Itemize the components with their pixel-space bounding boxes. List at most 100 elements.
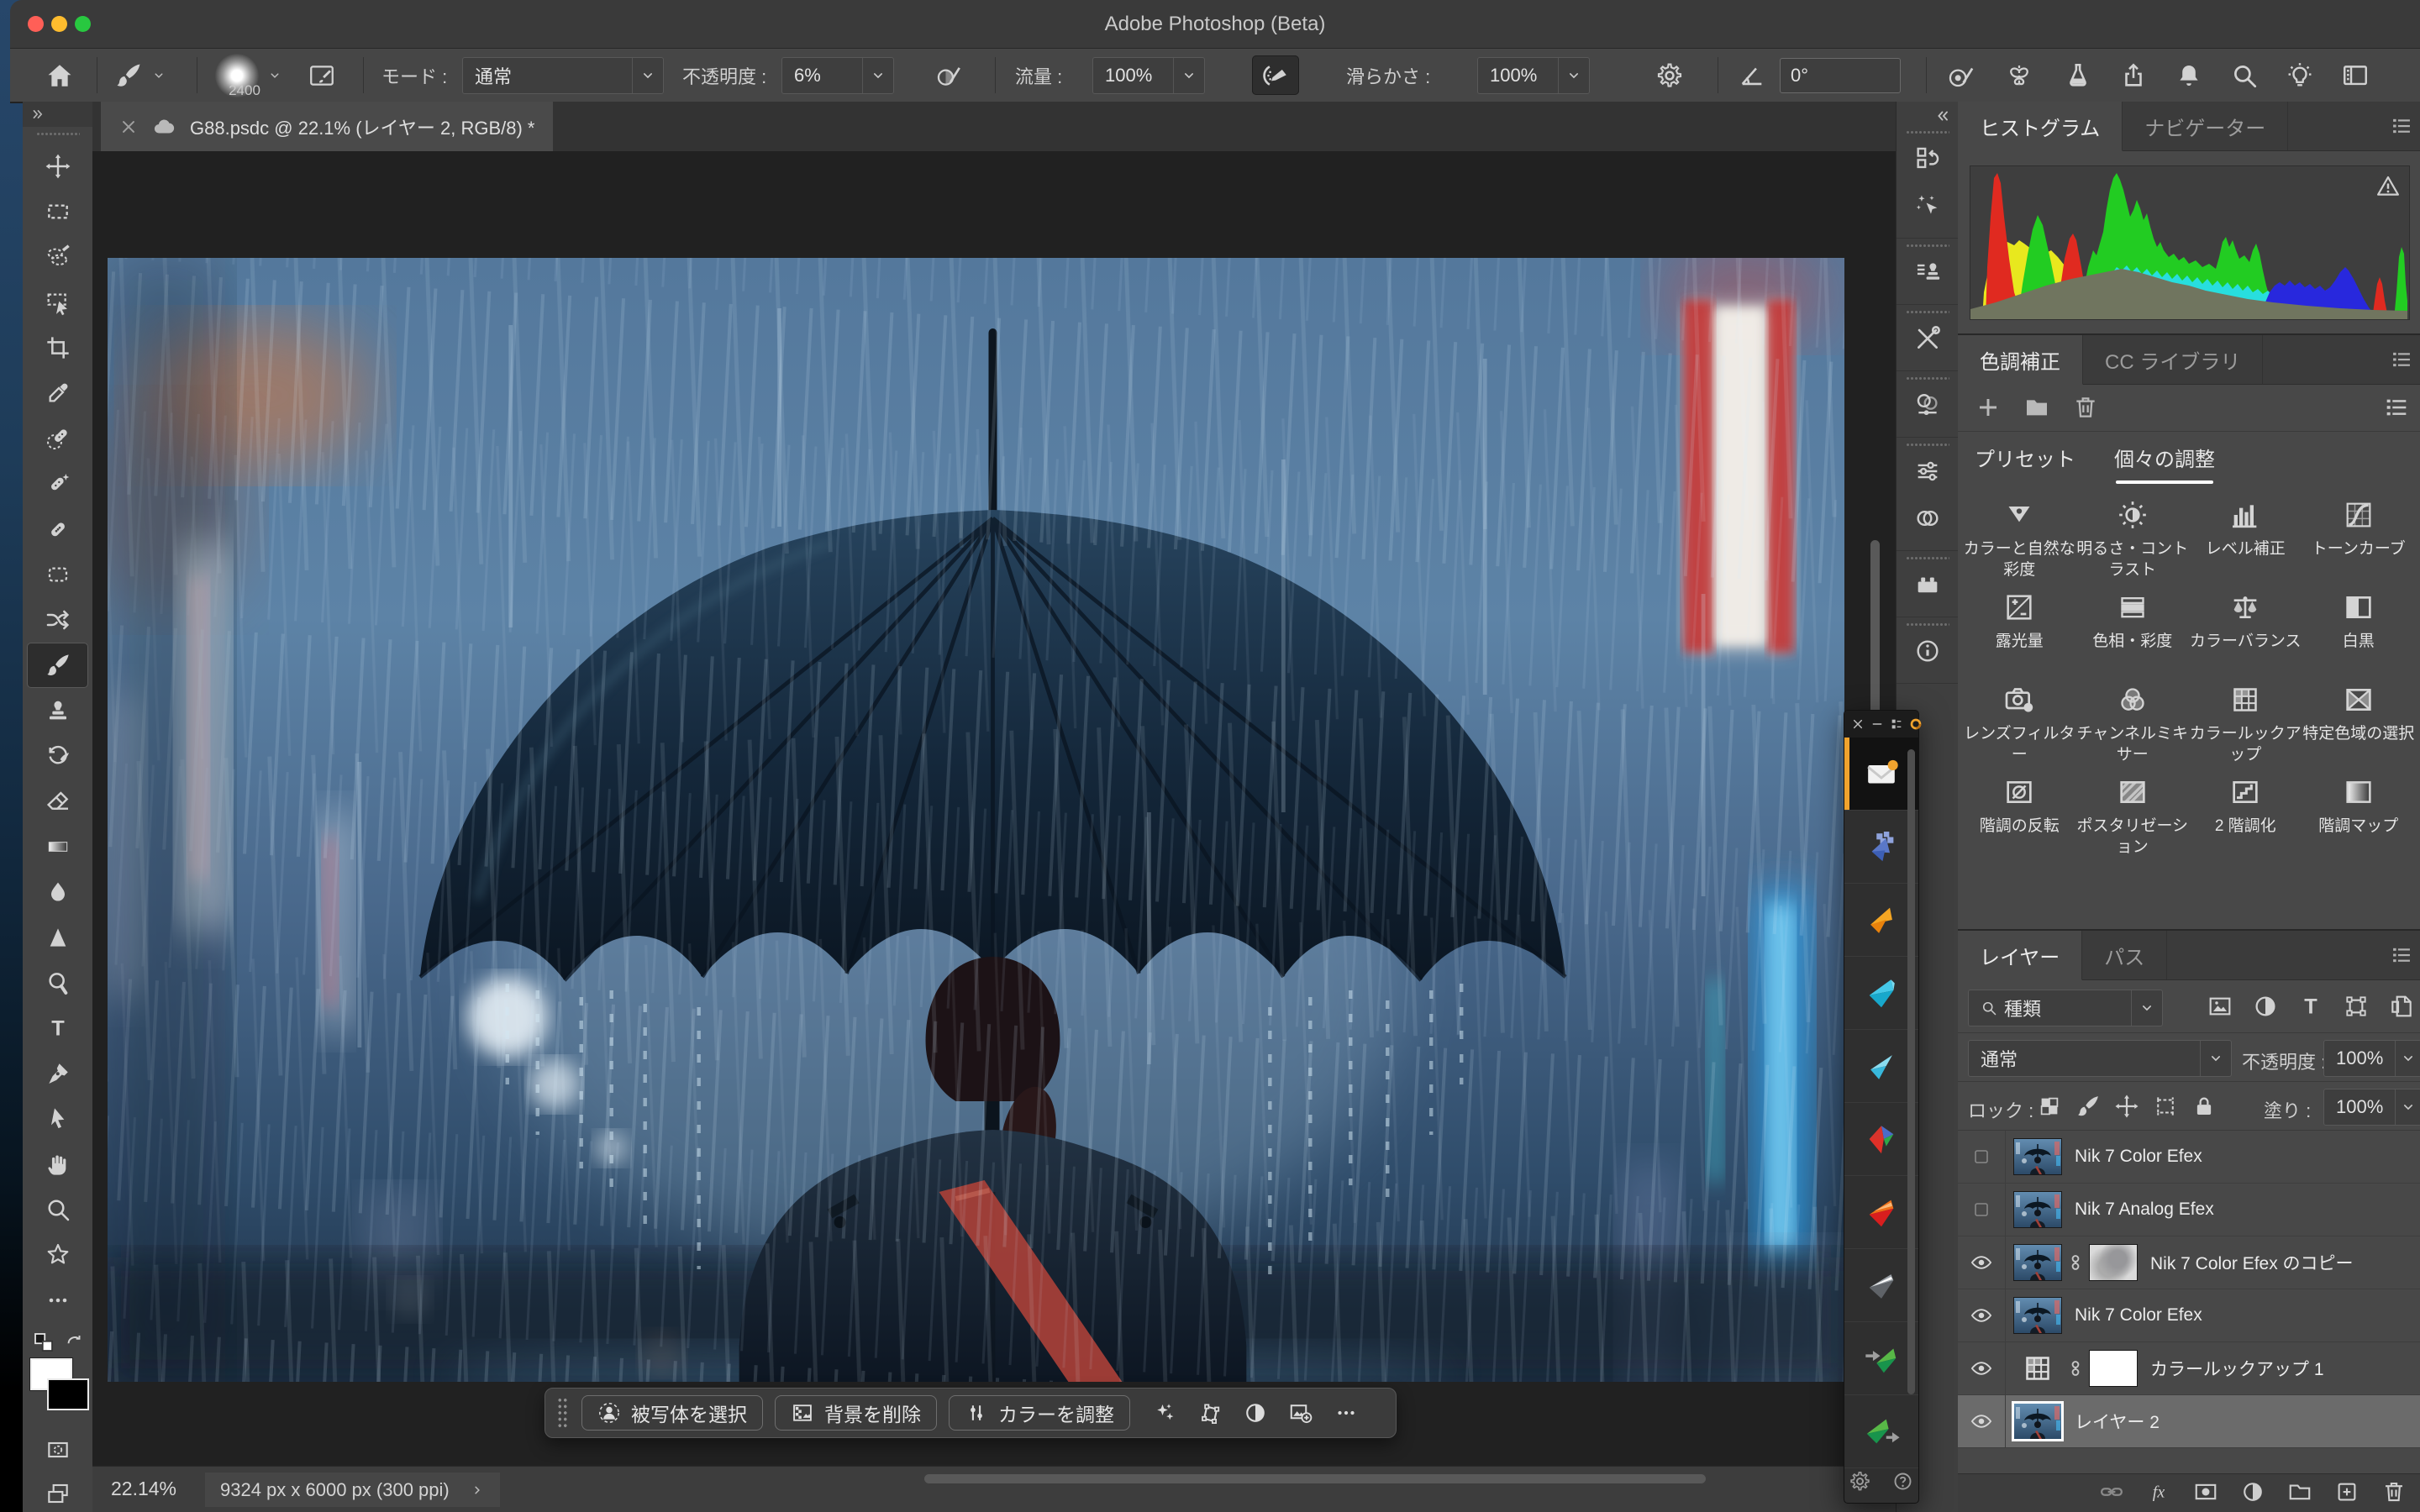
remove-background-button[interactable]: 背景を削除 bbox=[775, 1395, 937, 1431]
panel-menu-icon[interactable] bbox=[2390, 348, 2413, 371]
layer-name[interactable]: Nik 7 Color Efex bbox=[2075, 1147, 2202, 1167]
bell-icon[interactable] bbox=[2173, 60, 2205, 92]
healing-brush-tool[interactable] bbox=[23, 507, 92, 552]
background-color-swatch[interactable] bbox=[47, 1378, 89, 1410]
adjustment-invert[interactable]: 階調の反転 bbox=[1963, 769, 2076, 859]
layer-row[interactable]: Nik 7 Color Efex bbox=[1958, 1289, 2420, 1342]
blend-mode-select[interactable]: 通常 bbox=[462, 57, 664, 94]
expand-panels-button[interactable] bbox=[1897, 102, 1959, 125]
panel-plugins-icon[interactable] bbox=[1897, 561, 1959, 608]
toolbar-collapse[interactable] bbox=[23, 102, 92, 127]
type-filter-icon[interactable] bbox=[2297, 993, 2324, 1024]
folder-icon[interactable] bbox=[2023, 394, 2050, 421]
sharpen-tool[interactable] bbox=[23, 915, 92, 960]
layer-opacity-select[interactable]: 100% bbox=[2323, 1040, 2420, 1077]
layers-tab-1[interactable]: パス bbox=[2082, 931, 2167, 979]
layer-name[interactable]: Nik 7 Color Efex bbox=[2075, 1305, 2202, 1326]
clone-stamp-tool[interactable] bbox=[23, 688, 92, 733]
layer-visibility-toggle[interactable] bbox=[1958, 1395, 2006, 1447]
transform-icon[interactable] bbox=[1194, 1397, 1226, 1429]
flow-select[interactable]: 100% bbox=[1092, 57, 1205, 94]
lock-paint-icon[interactable] bbox=[2075, 1094, 2101, 1123]
layer-thumbnail[interactable] bbox=[2014, 1245, 2061, 1280]
nik-plugin-green-out[interactable] bbox=[1844, 1395, 1918, 1468]
brush-angle-input[interactable]: 0° bbox=[1780, 58, 1901, 93]
shape-filter-icon[interactable] bbox=[2343, 993, 2370, 1024]
selection-brush-tool[interactable] bbox=[23, 234, 92, 280]
gear-icon[interactable] bbox=[1849, 1470, 1871, 1493]
add-adjustment-icon[interactable] bbox=[1975, 394, 2002, 421]
chevron-down-icon[interactable] bbox=[267, 68, 282, 83]
layer-name[interactable]: Nik 7 Color Efex のコピー bbox=[2150, 1250, 2354, 1275]
list-view-icon[interactable] bbox=[2383, 394, 2410, 421]
new-group-icon[interactable] bbox=[2287, 1479, 2312, 1509]
canvas-area[interactable] bbox=[92, 151, 1896, 1466]
share-icon[interactable] bbox=[2118, 60, 2149, 92]
screen-mode-button[interactable] bbox=[23, 1473, 92, 1512]
delete-layer-icon[interactable] bbox=[2381, 1479, 2407, 1509]
chevron-down-icon[interactable] bbox=[632, 58, 663, 93]
layer-name[interactable]: Nik 7 Analog Efex bbox=[2075, 1200, 2214, 1220]
panel-tools-icon[interactable] bbox=[1897, 315, 1959, 362]
layer-row[interactable]: レイヤー 2 bbox=[1958, 1395, 2420, 1448]
smoothing-gear-icon[interactable] bbox=[1654, 60, 1686, 92]
more-icon[interactable] bbox=[1330, 1397, 1362, 1429]
panel-adjust-icon[interactable] bbox=[1897, 381, 1959, 428]
layer-row[interactable]: Nik 7 Analog Efex bbox=[1958, 1184, 2420, 1236]
brush-settings-panel-icon[interactable] bbox=[306, 60, 338, 92]
pixel-filter-icon[interactable] bbox=[2207, 993, 2233, 1024]
brush-tool[interactable] bbox=[27, 643, 88, 688]
pressure-size-icon[interactable] bbox=[1944, 60, 1976, 92]
layer-thumbnail[interactable] bbox=[2014, 1298, 2061, 1333]
document-info[interactable]: 9324 px x 6000 px (300 ppi) bbox=[205, 1473, 500, 1507]
remove-tool[interactable] bbox=[23, 416, 92, 461]
chevron-down-icon[interactable] bbox=[862, 58, 893, 93]
panel-clone-source-icon[interactable] bbox=[1897, 249, 1959, 296]
gradient-tool[interactable] bbox=[23, 824, 92, 869]
chevron-down-icon[interactable] bbox=[2395, 1041, 2420, 1076]
fx-icon[interactable] bbox=[2146, 1479, 2171, 1509]
pressure-opacity-icon[interactable] bbox=[933, 60, 965, 92]
nik-logo-icon[interactable] bbox=[1909, 717, 1923, 731]
adjustment-gradient-map[interactable]: 階調マップ bbox=[2302, 769, 2416, 859]
opacity-select[interactable]: 6% bbox=[781, 57, 894, 94]
chevron-down-icon[interactable] bbox=[2200, 1041, 2231, 1076]
adjustment-photo-filter[interactable]: レンズフィルター bbox=[1963, 676, 2076, 767]
adjustment-color-lookup[interactable]: カラールックアップ bbox=[2189, 676, 2302, 767]
adjustments-tab-0[interactable]: 色調補正 bbox=[1958, 335, 2083, 385]
content-aware-move-tool[interactable] bbox=[23, 597, 92, 643]
chevron-right-icon[interactable] bbox=[470, 1483, 485, 1498]
link-layers-icon[interactable] bbox=[2099, 1479, 2124, 1509]
taskbar-drag-handle[interactable] bbox=[557, 1397, 568, 1429]
blur-tool[interactable] bbox=[23, 869, 92, 915]
histogram-tab-1[interactable]: ナビゲーター bbox=[2123, 102, 2288, 150]
eyedropper-tool[interactable] bbox=[23, 370, 92, 416]
layer-row[interactable]: Nik 7 Color Efex のコピー bbox=[1958, 1236, 2420, 1289]
more-tools[interactable] bbox=[23, 1278, 92, 1323]
lock-move-icon[interactable] bbox=[2114, 1094, 2139, 1123]
pen-tool[interactable] bbox=[23, 1051, 92, 1096]
lock-all-icon[interactable] bbox=[2191, 1094, 2217, 1123]
paint-symmetry-icon[interactable] bbox=[2003, 60, 2035, 92]
brush-tool-icon[interactable] bbox=[113, 60, 145, 92]
smart-object-filter-icon[interactable] bbox=[2388, 993, 2415, 1024]
adjustments-subtab-1[interactable]: 個々の調整 bbox=[2114, 443, 2215, 484]
adjustment-posterize[interactable]: ポスタリゼーション bbox=[2076, 769, 2190, 859]
layer-thumbnail[interactable] bbox=[2014, 1139, 2061, 1174]
patch-tool[interactable] bbox=[23, 552, 92, 597]
layer-filter-select[interactable]: 種類 bbox=[1968, 990, 2163, 1026]
layer-visibility-toggle[interactable] bbox=[1958, 1289, 2006, 1341]
layer-blend-mode-select[interactable]: 通常 bbox=[1968, 1040, 2232, 1077]
generate-image-icon[interactable] bbox=[1285, 1397, 1317, 1429]
layer-fill-select[interactable]: 100% bbox=[2323, 1089, 2420, 1126]
quick-mask-button[interactable] bbox=[23, 1429, 92, 1471]
object-selection-tool[interactable] bbox=[23, 280, 92, 325]
new-adjustment-icon[interactable] bbox=[2240, 1479, 2265, 1509]
chevron-down-icon[interactable] bbox=[1173, 58, 1204, 93]
adjustment-selective-color[interactable]: 特定色域の選択 bbox=[2302, 676, 2416, 767]
panel-properties-icon[interactable] bbox=[1897, 448, 1959, 495]
search-icon[interactable] bbox=[2228, 60, 2260, 92]
eraser-tool[interactable] bbox=[23, 779, 92, 824]
home-icon[interactable] bbox=[44, 60, 76, 92]
adjustment-threshold[interactable]: 2 階調化 bbox=[2189, 769, 2302, 859]
